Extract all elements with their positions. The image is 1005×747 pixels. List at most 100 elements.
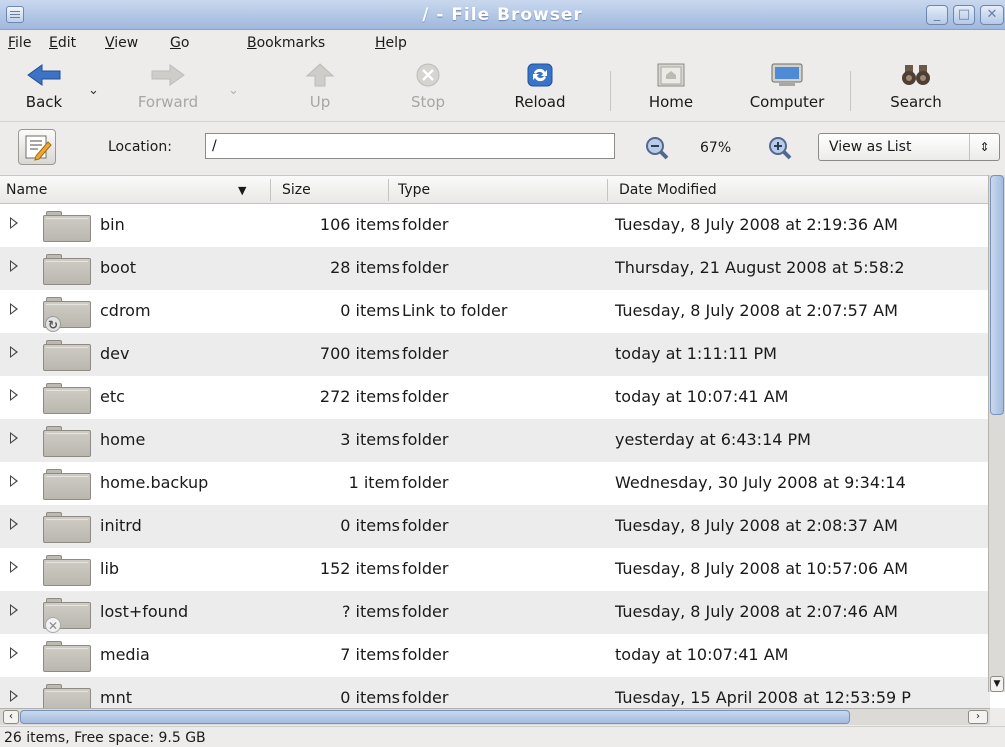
back-label: Back (25, 93, 63, 111)
menu-help[interactable]: Help (375, 35, 407, 51)
table-row[interactable]: etc 272 items folder today at 10:07:41 AM (0, 376, 990, 419)
file-date-modified: Tuesday, 8 July 2008 at 2:19:36 AM (615, 215, 898, 234)
file-size: 0 items (340, 688, 400, 707)
close-button[interactable]: ✕ (980, 5, 1004, 25)
forward-history-dropdown[interactable]: ⌄ (228, 83, 239, 98)
reload-button[interactable]: Reload (505, 63, 575, 111)
expand-triangle-icon[interactable] (10, 217, 18, 229)
back-history-dropdown[interactable]: ⌄ (88, 83, 99, 98)
home-icon (657, 63, 685, 87)
back-button[interactable]: Back (18, 63, 70, 111)
file-type: folder (402, 344, 449, 363)
scroll-left-arrow-icon[interactable]: ‹ (3, 710, 19, 724)
column-header-name[interactable]: Name (6, 182, 47, 198)
file-size: 152 items (319, 559, 400, 578)
expand-triangle-icon[interactable] (10, 604, 18, 616)
table-row[interactable]: media 7 items folder today at 10:07:41 AM (0, 634, 990, 677)
expand-triangle-icon[interactable] (10, 346, 18, 358)
expand-triangle-icon[interactable] (10, 432, 18, 444)
column-header-date[interactable]: Date Modified (619, 182, 717, 198)
expand-triangle-icon[interactable] (10, 475, 18, 487)
folder-icon (43, 469, 91, 500)
list-header: Name ▼ Size Type Date Modified (0, 176, 990, 204)
forward-button[interactable]: Forward (128, 63, 208, 111)
location-input[interactable] (205, 133, 615, 159)
file-date-modified: today at 10:07:41 AM (615, 387, 789, 406)
column-divider[interactable] (388, 179, 389, 201)
table-row[interactable]: ↻ cdrom 0 items Link to folder Tuesday, 8 Ju… (0, 290, 990, 333)
file-date-modified: today at 10:07:41 AM (615, 645, 789, 664)
title-bar: / - File Browser _ □ ✕ (0, 0, 1005, 30)
file-size: 0 items (340, 301, 400, 320)
back-arrow-icon (27, 64, 61, 86)
zoom-in-icon[interactable] (768, 136, 792, 160)
column-divider[interactable] (607, 179, 608, 201)
file-size: ? items (341, 602, 400, 621)
expand-triangle-icon[interactable] (10, 561, 18, 573)
maximize-button[interactable]: □ (953, 5, 975, 25)
reload-icon (527, 63, 553, 87)
file-name: dev (100, 344, 130, 363)
horizontal-scroll-thumb[interactable] (20, 710, 850, 724)
file-size: 1 item (348, 473, 400, 492)
stop-button[interactable]: Stop (400, 63, 456, 111)
file-date-modified: Thursday, 21 August 2008 at 5:58:2 (615, 258, 905, 277)
table-row[interactable]: ✕ lost+found ? items folder Tuesday, 8 July … (0, 591, 990, 634)
location-bar: Location: 67% View as List ⇕ (0, 122, 1005, 174)
file-date-modified: yesterday at 6:43:14 PM (615, 430, 811, 449)
folder-icon (43, 383, 91, 414)
expand-triangle-icon[interactable] (10, 518, 18, 530)
status-bar: 26 items, Free space: 9.5 GB (0, 726, 1005, 747)
file-type: folder (402, 215, 449, 234)
column-header-type[interactable]: Type (398, 182, 430, 198)
table-row[interactable]: bin 106 items folder Tuesday, 8 July 2008 a… (0, 204, 990, 247)
table-row[interactable]: lib 152 items folder Tuesday, 8 July 2008 a… (0, 548, 990, 591)
scroll-right-arrow-icon[interactable]: › (968, 710, 988, 724)
file-type: folder (402, 258, 449, 277)
unreadable-badge-icon: ✕ (45, 617, 61, 633)
menu-edit[interactable]: Edit (49, 35, 76, 51)
menu-file[interactable]: File (8, 35, 31, 51)
table-row[interactable]: home.backup 1 item folder Wednesday, 30 Jul… (0, 462, 990, 505)
expand-triangle-icon[interactable] (10, 389, 18, 401)
menu-view[interactable]: View (105, 35, 138, 51)
menu-bookmarks[interactable]: Bookmarks (247, 35, 325, 51)
toggle-location-edit-button[interactable] (18, 129, 56, 165)
table-row[interactable]: initrd 0 items folder Tuesday, 8 July 2008 … (0, 505, 990, 548)
file-name: boot (100, 258, 137, 277)
expand-triangle-icon[interactable] (10, 303, 18, 315)
menu-go[interactable]: Go (170, 35, 189, 51)
vertical-scrollbar[interactable]: ▼ (988, 175, 1005, 692)
file-name: initrd (100, 516, 142, 535)
horizontal-scrollbar[interactable]: ‹ › (0, 708, 990, 725)
up-arrow-icon (305, 63, 335, 87)
forward-label: Forward (137, 93, 199, 111)
vertical-scroll-thumb[interactable] (990, 175, 1004, 415)
sort-descending-icon: ▼ (238, 184, 247, 197)
computer-button[interactable]: Computer (738, 63, 836, 111)
up-button[interactable]: Up (295, 63, 345, 111)
view-mode-select[interactable]: View as List ⇕ (818, 133, 1000, 161)
table-row[interactable]: dev 700 items folder today at 1:11:11 PM (0, 333, 990, 376)
computer-label: Computer (749, 93, 825, 111)
scroll-down-arrow-icon[interactable]: ▼ (990, 676, 1004, 692)
home-button[interactable]: Home (640, 63, 702, 111)
search-button[interactable]: Search (880, 63, 952, 111)
folder-icon (43, 512, 91, 543)
folder-icon (43, 426, 91, 457)
table-row[interactable]: boot 28 items folder Thursday, 21 August 20… (0, 247, 990, 290)
table-row[interactable]: mnt 0 items folder Tuesday, 15 April 2008 a… (0, 677, 990, 708)
column-divider[interactable] (270, 179, 271, 201)
file-name: mnt (100, 688, 132, 707)
minimize-button[interactable]: _ (926, 5, 948, 25)
zoom-out-icon[interactable] (645, 136, 669, 160)
file-name: lib (100, 559, 120, 578)
expand-triangle-icon[interactable] (10, 647, 18, 659)
expand-triangle-icon[interactable] (10, 260, 18, 272)
column-header-size[interactable]: Size (282, 182, 311, 198)
table-row[interactable]: home 3 items folder yesterday at 6:43:14 PM (0, 419, 990, 462)
computer-icon (771, 63, 803, 86)
expand-triangle-icon[interactable] (10, 690, 18, 702)
file-size: 7 items (340, 645, 400, 664)
zoom-level[interactable]: 67% (700, 140, 731, 156)
